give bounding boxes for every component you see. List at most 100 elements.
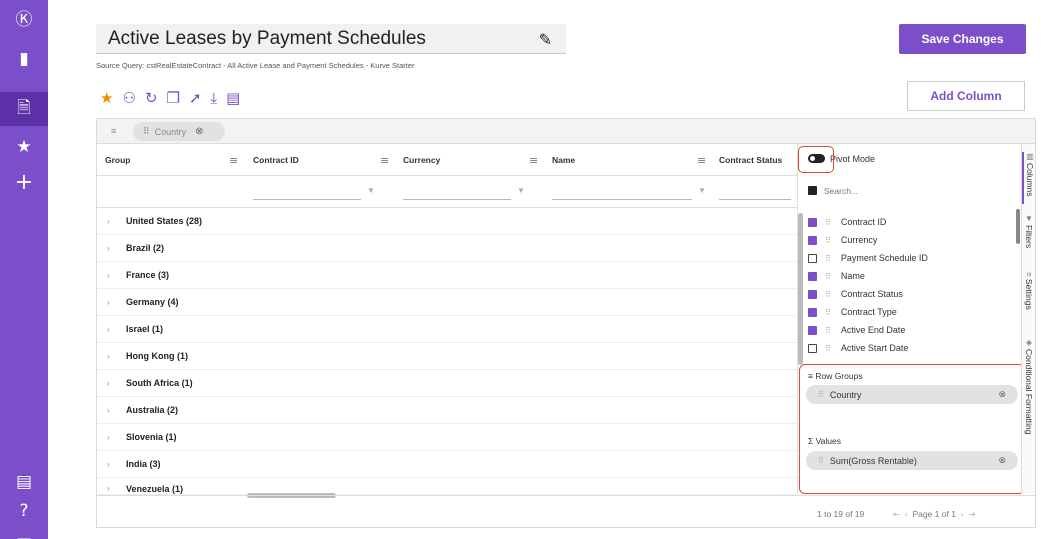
- columns-icon: ▥: [1025, 152, 1035, 161]
- filter-row: ▼ ▼ ▼: [97, 176, 797, 208]
- remove-row-group-icon[interactable]: ⊗: [998, 389, 1006, 400]
- bar-chart-icon[interactable]: ▮: [0, 42, 48, 76]
- report-title-field[interactable]: Active Leases by Payment Schedules ✎: [96, 24, 566, 54]
- group-row[interactable]: › Brazil (2): [97, 235, 797, 262]
- add-column-button[interactable]: Add Column: [907, 81, 1025, 111]
- download-icon[interactable]: ⤓: [211, 89, 218, 107]
- values-pill[interactable]: ⠿ Sum(Gross Rentable) ⊗: [806, 451, 1018, 470]
- column-header-contract-id[interactable]: Contract ID: [253, 144, 299, 176]
- column-toggle-item[interactable]: ⠿ Contract Type: [808, 304, 897, 320]
- favorite-star-icon[interactable]: ★: [100, 89, 113, 107]
- chevron-right-icon[interactable]: ›: [107, 433, 110, 442]
- checkbox-unchecked[interactable]: [808, 343, 817, 353]
- filter-icon[interactable]: ▼: [517, 186, 525, 195]
- checkbox-checked[interactable]: [808, 217, 817, 227]
- copy-icon[interactable]: ❐: [166, 89, 179, 107]
- last-page-icon[interactable]: ⇥: [968, 509, 975, 519]
- group-row[interactable]: › Venezuela (1): [97, 478, 797, 495]
- first-page-icon[interactable]: ⇤: [893, 509, 900, 519]
- plus-icon[interactable]: +: [0, 165, 48, 199]
- group-chip-country[interactable]: ⠿ Country ⊗: [133, 122, 225, 141]
- document-icon[interactable]: 🗎: [0, 92, 48, 126]
- column-toggle-item[interactable]: ⠿ Active Start Date: [808, 340, 908, 356]
- column-toggle-item[interactable]: ⠿ Name: [808, 268, 865, 284]
- filter-input-contract-status[interactable]: [719, 184, 791, 200]
- column-menu-icon[interactable]: ≡: [380, 144, 389, 176]
- group-row[interactable]: › South Africa (1): [97, 370, 797, 397]
- checkbox-checked[interactable]: [808, 289, 817, 299]
- pivot-mode-label: Pivot Mode: [830, 154, 876, 164]
- tab-settings[interactable]: ≡ Settings: [1022, 272, 1036, 332]
- chevron-right-icon[interactable]: ›: [107, 379, 110, 388]
- group-row[interactable]: › United States (28): [97, 208, 797, 235]
- grip-icon: ⠿: [825, 235, 831, 245]
- prev-page-icon[interactable]: ‹: [905, 509, 908, 519]
- share-icon[interactable]: ➚: [189, 89, 202, 107]
- group-row[interactable]: › Australia (2): [97, 397, 797, 424]
- column-header-contract-status[interactable]: Contract Status: [719, 144, 782, 176]
- filter-input-contract-id[interactable]: [253, 184, 361, 200]
- pencil-icon[interactable]: ✎: [539, 30, 552, 49]
- column-toggle-item[interactable]: ⠿ Contract Status: [808, 286, 903, 302]
- column-toggle-item[interactable]: ⠿ Active End Date: [808, 322, 905, 338]
- select-all-checkbox[interactable]: [808, 186, 817, 195]
- star-icon[interactable]: ★: [0, 130, 48, 164]
- grip-icon: ⠿: [143, 126, 150, 136]
- chevron-right-icon[interactable]: ›: [107, 298, 110, 307]
- page-title: Active Leases by Payment Schedules: [108, 27, 426, 49]
- group-row[interactable]: › Slovenia (1): [97, 424, 797, 451]
- tab-filters[interactable]: ▼ Filters: [1022, 214, 1036, 266]
- chevron-right-icon[interactable]: ›: [107, 244, 110, 253]
- chevron-right-icon[interactable]: ›: [107, 217, 110, 226]
- help-icon[interactable]: ?: [0, 494, 48, 528]
- chevron-right-icon[interactable]: ›: [107, 325, 110, 334]
- column-toggle-item[interactable]: ⠿ Contract ID: [808, 214, 886, 230]
- group-row[interactable]: › India (3): [97, 451, 797, 478]
- filter-icon[interactable]: ▼: [698, 186, 706, 195]
- remove-value-icon[interactable]: ⊗: [998, 455, 1006, 466]
- column-header-name[interactable]: Name: [552, 144, 575, 176]
- kurve-logo-icon[interactable]: Ⓚ: [0, 0, 48, 34]
- chevron-right-icon[interactable]: ›: [107, 352, 110, 361]
- chevron-right-icon[interactable]: ›: [107, 484, 110, 493]
- column-menu-icon[interactable]: ≡: [229, 144, 238, 176]
- user-filter-icon[interactable]: ⚇: [122, 89, 135, 107]
- group-row-label: Israel (1): [126, 324, 164, 334]
- column-menu-icon[interactable]: ≡: [697, 144, 706, 176]
- checkbox-unchecked[interactable]: [808, 253, 817, 263]
- grip-icon: ⠿: [825, 289, 831, 299]
- checkbox-checked[interactable]: [808, 235, 817, 245]
- save-changes-button[interactable]: Save Changes: [899, 24, 1026, 54]
- pagination-summary: 1 to 19 of 19: [817, 509, 865, 519]
- group-row[interactable]: › Hong Kong (1): [97, 343, 797, 370]
- search-input[interactable]: [824, 182, 1004, 200]
- group-row[interactable]: › Israel (1): [97, 316, 797, 343]
- refresh-icon[interactable]: ↻: [145, 89, 158, 107]
- next-page-icon[interactable]: ›: [961, 509, 964, 519]
- vertical-scrollbar[interactable]: [1016, 209, 1020, 244]
- chevron-right-icon[interactable]: ›: [107, 406, 110, 415]
- filter-icon[interactable]: ▼: [367, 186, 375, 195]
- values-pill-label: Sum(Gross Rentable): [829, 455, 917, 466]
- chevron-right-icon[interactable]: ›: [107, 460, 110, 469]
- filter-input-currency[interactable]: [403, 184, 511, 200]
- filter-input-name[interactable]: [552, 184, 692, 200]
- column-header-group[interactable]: Group: [105, 144, 131, 176]
- row-group-pill[interactable]: ⠿ Country ⊗: [806, 385, 1018, 404]
- remove-chip-icon[interactable]: ⊗: [195, 126, 203, 137]
- group-row[interactable]: › Germany (4): [97, 289, 797, 316]
- list-icon[interactable]: ▤: [226, 89, 240, 107]
- group-row[interactable]: › France (3): [97, 262, 797, 289]
- column-toggle-item[interactable]: ⠿ Payment Schedule ID: [808, 250, 928, 266]
- tab-columns[interactable]: ▥ Columns: [1022, 152, 1036, 204]
- checkbox-checked[interactable]: [808, 307, 817, 317]
- tab-conditional-formatting[interactable]: ◈ Conditional Formatting: [1022, 338, 1036, 488]
- checkbox-checked[interactable]: [808, 271, 817, 281]
- column-menu-icon[interactable]: ≡: [529, 144, 538, 176]
- column-header-currency[interactable]: Currency: [403, 144, 440, 176]
- vertical-scrollbar[interactable]: [798, 213, 803, 365]
- column-toggle-item[interactable]: ⠿ Currency: [808, 232, 877, 248]
- chat-icon[interactable]: ▭: [0, 524, 48, 539]
- chevron-right-icon[interactable]: ›: [107, 271, 110, 280]
- checkbox-checked[interactable]: [808, 325, 817, 335]
